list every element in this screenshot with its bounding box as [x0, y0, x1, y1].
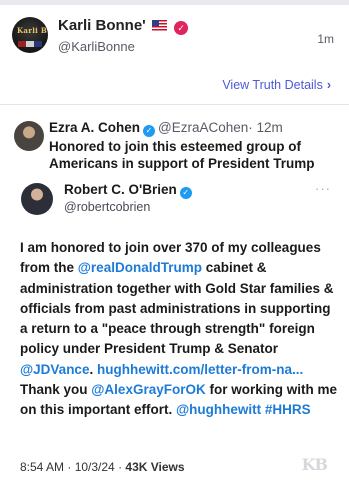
quote-text-line-1: Honored to join this esteemed group of [49, 139, 302, 154]
post-time: 1m [317, 32, 334, 46]
embedded-author-avatar[interactable] [21, 183, 53, 215]
quote-time: · 12m [248, 120, 283, 135]
verified-check-icon: ✓ [143, 125, 156, 137]
body-text-segment: Thank you [20, 382, 92, 398]
avatar-logo-text: Karli B [17, 26, 48, 35]
view-count: 43K Views [125, 460, 185, 474]
us-flag-icon [151, 20, 167, 31]
verified-badge-icon: ✓ [174, 21, 189, 35]
quoted-post-card[interactable]: Ezra A. Cohen ✓ @EzraACohen· 12m Honored t… [8, 110, 341, 500]
watermark-logo: KB [301, 455, 328, 474]
body-text-segment: . [89, 361, 97, 377]
body-link[interactable]: #HHRS [265, 402, 311, 417]
more-options-icon[interactable]: ··· [315, 181, 331, 196]
body-link[interactable]: @AlexGrayForOK [91, 382, 205, 397]
top-border [0, 0, 349, 5]
repost-header: Karli B Karli Bonne' ✓ @KarliBonne 1m [12, 17, 342, 67]
chevron-right-icon: › [326, 78, 331, 92]
author-handle[interactable]: @KarliBonne [58, 39, 135, 54]
quote-author-avatar[interactable] [14, 121, 44, 151]
embedded-author-name[interactable]: Robert C. O'Brien ✓ [64, 182, 195, 199]
body-link[interactable]: @JDVance [20, 362, 89, 377]
avatar[interactable]: Karli B [12, 17, 48, 53]
quote-text-line-2: Americans in support of President Trump [49, 156, 315, 171]
view-truth-details-link[interactable]: View Truth Details › [222, 78, 331, 92]
quote-text: Honored to join this esteemed group of A… [49, 138, 349, 172]
view-truth-details-label: View Truth Details [222, 78, 323, 92]
quote-author-name[interactable]: Ezra A. Cohen [49, 120, 140, 135]
avatar-flag-icon [18, 41, 42, 47]
verified-check-icon: ✓ [179, 187, 192, 199]
quote-author-line: Ezra A. Cohen ✓ @EzraACohen· 12m [49, 120, 283, 137]
divider [0, 104, 349, 105]
author-name[interactable]: Karli Bonne' ✓ [58, 17, 189, 35]
body-link[interactable]: @hughhewitt [176, 402, 261, 417]
embedded-author-handle[interactable]: @robertcobrien [64, 200, 150, 214]
author-name-text: Karli Bonne' [58, 17, 146, 34]
body-link[interactable]: hughhewitt.com/letter-from-na... [97, 362, 303, 377]
embedded-post-body: I am honored to join over 370 of my coll… [20, 238, 338, 421]
post-timestamp: 8:54 AM · 10/3/24 · [20, 460, 126, 474]
body-link[interactable]: @realDonaldTrump [78, 260, 202, 275]
embedded-author-name-text: Robert C. O'Brien [64, 182, 177, 197]
post-meta: 8:54 AM · 10/3/24 · 43K Views [20, 460, 185, 474]
quote-author-handle[interactable]: @EzraACohen [158, 120, 248, 135]
